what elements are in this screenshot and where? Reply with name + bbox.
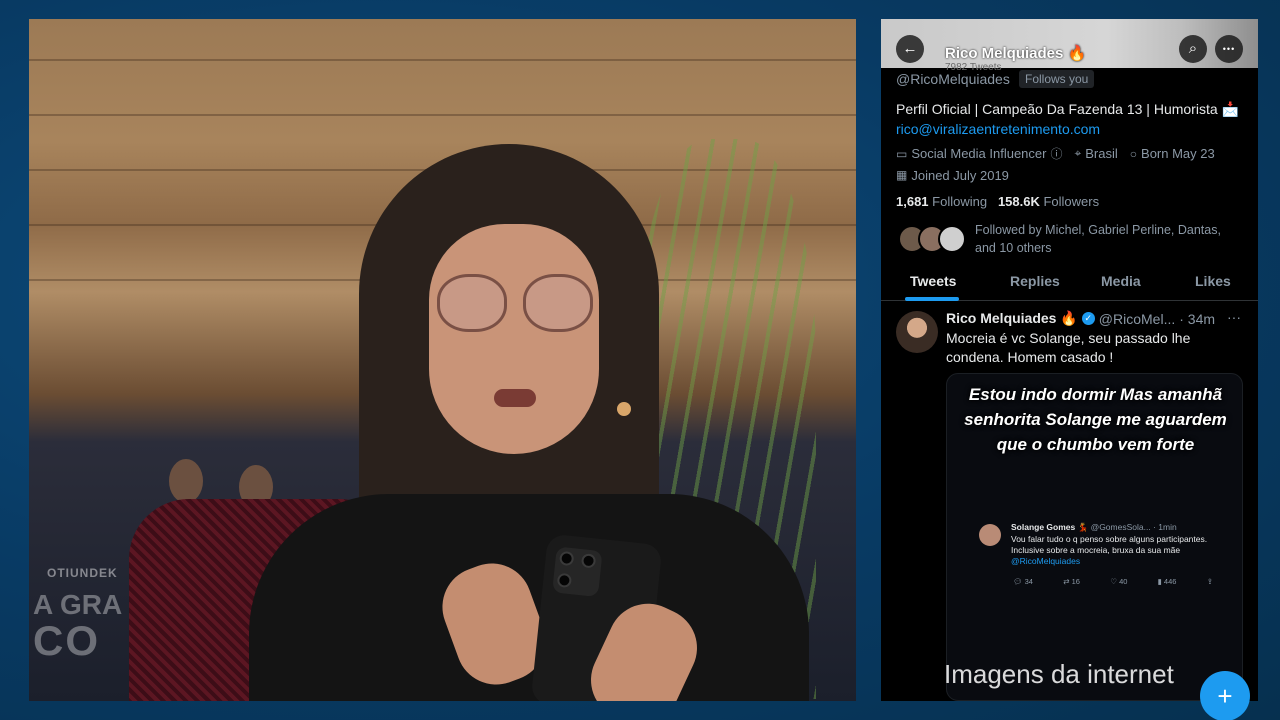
embedded-reply: 💬︎ 34: [1013, 577, 1033, 586]
profile-birthday-label: Born May 23: [1141, 146, 1215, 161]
followers-label: Followers: [1043, 194, 1100, 209]
tweet-author-name[interactable]: Rico Melquiades 🔥: [946, 310, 1078, 327]
video-frame: OTIUNDEK A GRA CO: [29, 19, 856, 701]
more-dots-icon: •••: [1222, 44, 1236, 54]
search-button[interactable]: ⌕: [1179, 35, 1207, 63]
balloon-icon: ○: [1129, 146, 1138, 161]
active-tab-indicator: [905, 297, 959, 301]
tab-likes[interactable]: Likes: [1195, 273, 1231, 289]
wall-plank: [29, 114, 856, 116]
embedded-time: · 1min: [1153, 522, 1177, 532]
info-icon[interactable]: ⓘ: [1050, 145, 1062, 162]
embedded-like: ♡ 40: [1110, 577, 1127, 586]
compose-tweet-button[interactable]: +: [1200, 671, 1250, 720]
embedded-view-count: 446: [1163, 577, 1177, 586]
profile-location: ⌖ Brasil: [1075, 145, 1118, 162]
embedded-text: Vou falar tudo o q penso sobre alguns pa…: [1011, 534, 1211, 567]
following-count: 1,681: [896, 194, 929, 209]
media-caption: Estou indo dormir Mas amanhã senhorita S…: [964, 385, 1227, 454]
embedded-avatar: [979, 524, 1001, 546]
follows-you-badge: Follows you: [1019, 70, 1095, 88]
search-icon: ⌕: [1188, 40, 1198, 57]
embedded-author-name: Solange Gomes 💃: [1011, 522, 1089, 532]
tweet-author-avatar[interactable]: [896, 311, 938, 353]
tab-replies[interactable]: Replies: [1010, 273, 1060, 289]
followed-by-avatars[interactable]: [898, 225, 968, 255]
embedded-like-count: 40: [1119, 577, 1128, 586]
tweet-header: Rico Melquiades 🔥 ✓ @RicoMel... · 34m: [946, 310, 1215, 327]
profile-email-link[interactable]: rico@viralizaentretenimento.com: [896, 121, 1100, 137]
glasses-lens-right: [523, 274, 593, 332]
embedded-retweet-count: 16: [1071, 577, 1080, 586]
share-icon: ⇪: [1206, 577, 1213, 586]
glasses: [437, 274, 597, 334]
tab-media[interactable]: Media: [1101, 273, 1141, 289]
back-arrow-icon: ←: [902, 40, 918, 57]
mouth: [494, 389, 536, 407]
header-profile-name: Rico Melquiades 🔥: [945, 45, 1087, 62]
tweet-more-icon[interactable]: ···: [1227, 309, 1241, 325]
profile-joined-label: Joined July 2019: [911, 168, 1009, 183]
studio-logo-line2: CO: [33, 617, 100, 664]
embedded-reply-count: 34: [1024, 577, 1033, 586]
embedded-header: Solange Gomes 💃 @GomesSola... · 1min: [1011, 522, 1177, 533]
following-label: Following: [932, 194, 988, 209]
wall-plank: [29, 59, 856, 61]
calendar-icon: ▦: [896, 168, 908, 182]
more-options-button[interactable]: •••: [1215, 35, 1243, 63]
profile-meta-row: ▭ Social Media Influencer ⓘ ⌖ Brasil ○ B…: [896, 145, 1215, 162]
camera-lens: [558, 550, 575, 567]
plus-icon: +: [1217, 681, 1233, 711]
briefcase-icon: ▭: [896, 146, 908, 161]
follow-counts: 1,681 Following 158.6K Followers: [896, 194, 1099, 209]
embedded-retweet: ⇄ 16: [1063, 577, 1080, 586]
glasses-lens-left: [437, 274, 507, 332]
embedded-mention: @RicoMelquiades: [1011, 556, 1081, 566]
profile-tabs: Tweets Replies Media Likes: [881, 269, 1258, 301]
profile-category-label: Social Media Influencer: [911, 146, 1047, 161]
back-button[interactable]: ←: [896, 35, 924, 63]
tweet-time[interactable]: · 34m: [1179, 311, 1215, 327]
twitter-profile-screen: ← Rico Melquiades 🔥 7982 Tweets ⌕ ••• @R…: [881, 19, 1258, 701]
embedded-author-handle: @GomesSola...: [1090, 522, 1151, 532]
tab-tweets[interactable]: Tweets: [910, 273, 956, 289]
phone-camera-block: [552, 546, 603, 597]
source-watermark: Imagens da internet: [944, 659, 1174, 689]
face: [429, 224, 599, 454]
heart-icon: ♡: [1110, 577, 1117, 586]
camera-lens: [556, 572, 573, 589]
location-pin-icon: ⌖: [1074, 146, 1082, 160]
avatar: [938, 225, 966, 253]
presenter: [209, 134, 809, 701]
verified-badge-icon: ✓: [1081, 312, 1095, 325]
reply-icon: 💬︎: [1013, 577, 1023, 586]
embedded-tweet-screenshot: Solange Gomes 💃 @GomesSola... · 1min Vou…: [979, 522, 1219, 592]
background-head: [169, 459, 203, 503]
profile-handle: @RicoMelquiades: [896, 71, 1010, 87]
camera-lens: [580, 553, 597, 569]
embedded-actions: 💬︎ 34 ⇄ 16 ♡ 40 ▮ 446 ⇪: [1013, 577, 1213, 586]
profile-location-label: Brasil: [1085, 146, 1118, 161]
embedded-views: ▮ 446: [1158, 577, 1177, 586]
profile-category: ▭ Social Media Influencer ⓘ: [896, 145, 1063, 162]
followers-link[interactable]: 158.6K Followers: [998, 194, 1099, 209]
views-icon: ▮: [1157, 577, 1162, 586]
profile-birthday: ○ Born May 23: [1130, 145, 1215, 162]
following-link[interactable]: 1,681 Following: [896, 194, 987, 209]
profile-joined: ▦ Joined July 2019: [896, 168, 1009, 183]
tweet-author-handle: @RicoMel...: [1098, 310, 1176, 327]
embedded-body: Vou falar tudo o q penso sobre alguns pa…: [1011, 534, 1208, 555]
tweet-text: Mocreia é vc Solange, seu passado lhe co…: [946, 330, 1191, 365]
followed-by-text[interactable]: Followed by Michel, Gabriel Perline, Dan…: [975, 221, 1245, 257]
profile-bio: Perfil Oficial | Campeão Da Fazenda 13 |…: [896, 101, 1239, 117]
retweet-icon: ⇄: [1063, 577, 1070, 586]
lapel-mic: [617, 402, 631, 416]
tweet-media[interactable]: Estou indo dormir Mas amanhã senhorita S…: [946, 373, 1243, 701]
followers-count: 158.6K: [997, 194, 1040, 209]
studio-logo-small-text: OTIUNDEK: [47, 566, 118, 580]
